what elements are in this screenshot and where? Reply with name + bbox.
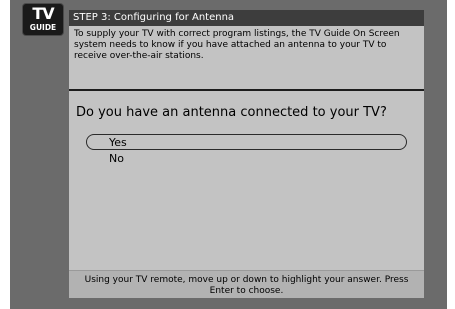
section-divider [69, 89, 424, 91]
instruction-footer: Using your TV remote, move up or down to… [69, 270, 424, 298]
option-no[interactable]: No [109, 152, 124, 165]
step-title-bar: STEP 3: Configuring for Antenna [69, 10, 424, 26]
tv-screen: TV GUIDE STEP 3: Configuring for Antenna… [10, 0, 447, 309]
tv-guide-logo: TV GUIDE [23, 4, 63, 35]
logo-line-2: GUIDE [29, 23, 57, 32]
intro-text: To supply your TV with correct program l… [74, 29, 400, 61]
question-text: Do you have an antenna connected to your… [76, 105, 387, 120]
option-yes[interactable]: Yes [86, 134, 407, 150]
step-title: STEP 3: Configuring for Antenna [73, 12, 235, 23]
setup-panel: To supply your TV with correct program l… [69, 26, 424, 298]
logo-line-1: TV [32, 4, 54, 23]
instruction-text: Using your TV remote, move up or down to… [84, 275, 409, 296]
